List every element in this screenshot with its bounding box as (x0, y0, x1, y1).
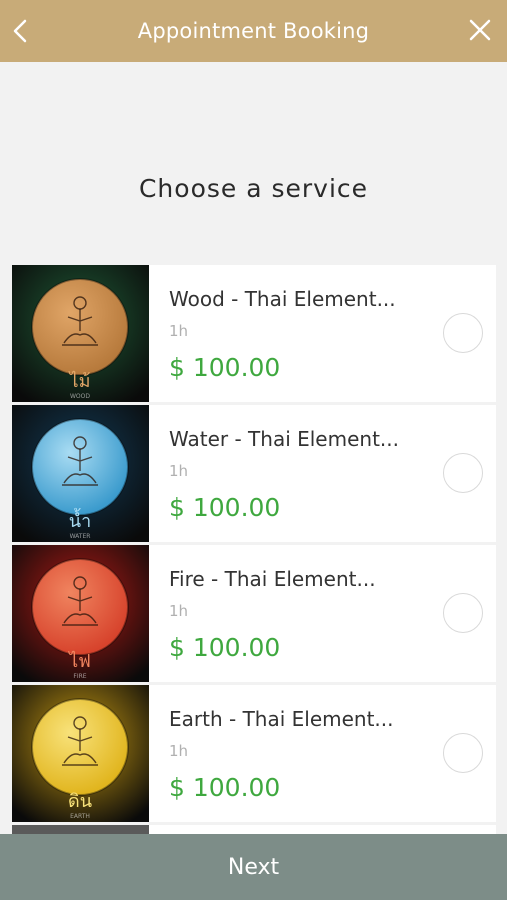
service-item-earth[interactable]: ดิน EARTH Earth - Thai Element... 1h $ 10… (12, 685, 496, 822)
element-artwork-image: น้ำWATER (12, 405, 149, 542)
element-english-label: WATER (70, 533, 91, 540)
element-artwork-image: ดินEARTH (12, 685, 149, 822)
element-english-label: WOOD (70, 393, 90, 400)
service-price: $ 100.00 (169, 633, 281, 662)
service-name: Fire - Thai Element... (169, 567, 376, 591)
element-english-label: FIRE (73, 673, 86, 680)
service-radio[interactable] (443, 733, 483, 773)
element-thai-label: น้ำ (69, 508, 91, 532)
element-artwork-image: ไฟFIRE (12, 545, 149, 682)
service-radio[interactable] (443, 593, 483, 633)
page-title: Appointment Booking (137, 19, 370, 43)
element-english-label: EARTH (70, 813, 90, 820)
service-price: $ 100.00 (169, 493, 281, 522)
service-thumbnail: ไม้ WOOD (12, 265, 149, 402)
element-artwork-image: ไม้WOOD (12, 265, 149, 402)
service-thumbnail: ไฟ FIRE (12, 545, 149, 682)
app-header: Appointment Booking (0, 0, 507, 62)
service-duration: 1h (169, 602, 189, 620)
service-name: Water - Thai Element... (169, 427, 399, 451)
element-thai-label: ดิน (68, 791, 92, 812)
service-thumbnail: น้ำ WATER (12, 405, 149, 542)
service-item-fire[interactable]: ไฟ FIRE Fire - Thai Element... 1h $ 100.0… (12, 545, 496, 682)
service-item-water[interactable]: น้ำ WATER Water - Thai Element... 1h $ 10… (12, 405, 496, 542)
chevron-left-icon (13, 19, 27, 43)
service-duration: 1h (169, 322, 189, 340)
next-button[interactable]: Next (0, 834, 507, 900)
service-list: ไม้ WOOD Wood - Thai Element... 1h $ 100.… (12, 265, 496, 825)
section-heading: Choose a service (138, 174, 369, 203)
service-name: Earth - Thai Element... (169, 707, 394, 731)
close-button[interactable] (468, 18, 492, 42)
next-button-label: Next (227, 854, 280, 880)
element-thai-label: ไม้ (68, 370, 91, 392)
service-price: $ 100.00 (169, 773, 281, 802)
service-item-wood[interactable]: ไม้ WOOD Wood - Thai Element... 1h $ 100.… (12, 265, 496, 402)
service-duration: 1h (169, 462, 189, 480)
service-name: Wood - Thai Element... (169, 287, 396, 311)
service-radio[interactable] (443, 453, 483, 493)
element-thai-label: ไฟ (67, 650, 91, 672)
service-price: $ 100.00 (169, 353, 281, 382)
service-radio[interactable] (443, 313, 483, 353)
back-button[interactable] (12, 17, 34, 45)
service-duration: 1h (169, 742, 189, 760)
service-thumbnail: ดิน EARTH (12, 685, 149, 822)
close-icon (469, 19, 491, 41)
